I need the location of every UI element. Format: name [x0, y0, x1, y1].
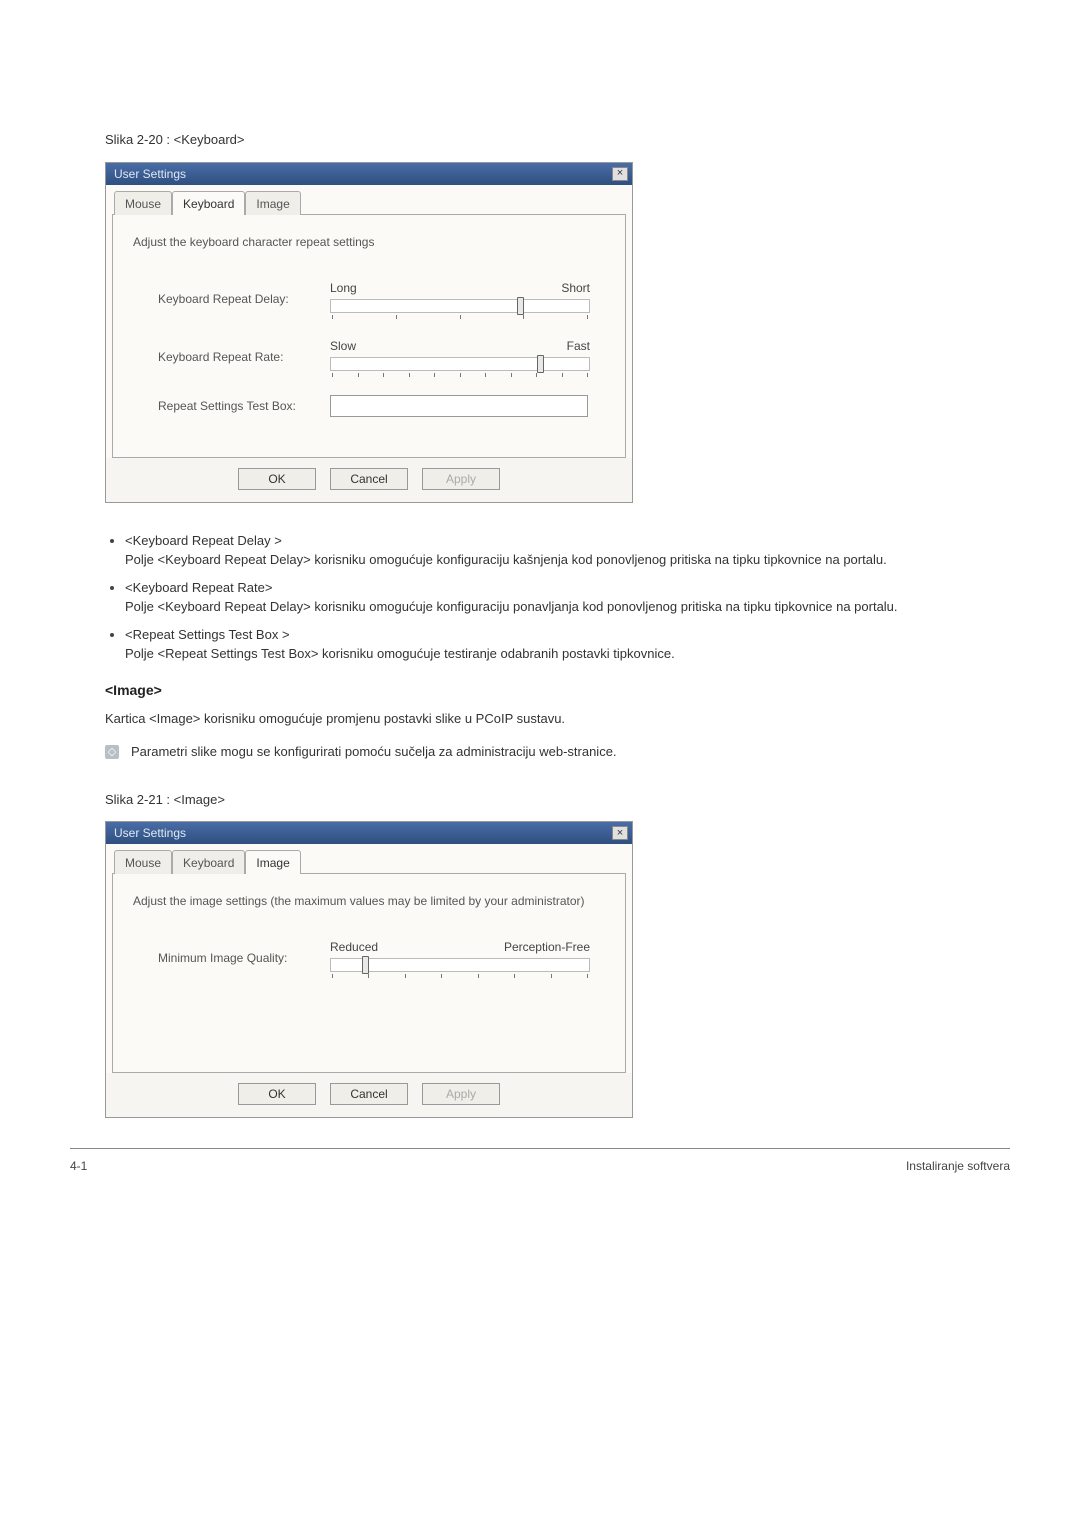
bullet-list: <Keyboard Repeat Delay > Polje <Keyboard… [125, 531, 1010, 664]
repeat-test-input[interactable] [330, 395, 588, 417]
ok-button[interactable]: OK [238, 468, 316, 490]
dialog2-description: Adjust the image settings (the maximum v… [133, 892, 605, 910]
dialog-keyboard: User Settings × Mouse Keyboard Image Adj… [105, 162, 633, 503]
ok-button[interactable]: OK [238, 1083, 316, 1105]
item-title: <Repeat Settings Test Box > [125, 625, 1010, 645]
quality-right-label: Perception-Free [504, 938, 590, 956]
repeat-delay-label: Keyboard Repeat Delay: [158, 290, 320, 308]
repeat-rate-label: Keyboard Repeat Rate: [158, 348, 320, 366]
repeat-rate-slider[interactable] [330, 357, 590, 371]
rate-left-label: Slow [330, 337, 356, 355]
item-title: <Keyboard Repeat Rate> [125, 578, 1010, 598]
dialog2-title: User Settings [114, 824, 186, 842]
tab-mouse[interactable]: Mouse [114, 850, 172, 874]
tab-image[interactable]: Image [245, 191, 300, 215]
cancel-button[interactable]: Cancel [330, 468, 408, 490]
apply-button[interactable]: Apply [422, 468, 500, 490]
delay-left-label: Long [330, 279, 357, 297]
section-heading: <Image> [105, 680, 1010, 701]
tab-image[interactable]: Image [245, 850, 300, 874]
dialog2-titlebar: User Settings × [106, 822, 632, 844]
dialog1-titlebar: User Settings × [106, 163, 632, 185]
test-box-label: Repeat Settings Test Box: [158, 397, 320, 415]
dialog1-description: Adjust the keyboard character repeat set… [133, 233, 605, 251]
note-icon: ◇ [105, 745, 119, 759]
note-line: ◇ Parametri slike mogu se konfigurirati … [105, 742, 1010, 762]
apply-button[interactable]: Apply [422, 1083, 500, 1105]
page-footer: 4-1 Instaliranje softvera [70, 1148, 1010, 1175]
dialog1-title: User Settings [114, 165, 186, 183]
quality-left-label: Reduced [330, 938, 378, 956]
list-item: <Repeat Settings Test Box > Polje <Repea… [125, 625, 1010, 664]
close-icon[interactable]: × [612, 167, 628, 181]
dialog-image: User Settings × Mouse Keyboard Image Adj… [105, 821, 633, 1118]
list-item: <Keyboard Repeat Rate> Polje <Keyboard R… [125, 578, 1010, 617]
dialog1-tabs: Mouse Keyboard Image [112, 191, 626, 215]
item-text: Polje <Keyboard Repeat Delay> korisniku … [125, 552, 887, 567]
section-text: Kartica <Image> korisniku omogućuje prom… [105, 709, 1010, 729]
note-text: Parametri slike mogu se konfigurirati po… [131, 742, 617, 762]
item-title: <Keyboard Repeat Delay > [125, 531, 1010, 551]
footer-left: 4-1 [70, 1157, 87, 1175]
rate-right-label: Fast [567, 337, 590, 355]
delay-right-label: Short [561, 279, 590, 297]
figure1-caption: Slika 2-20 : <Keyboard> [105, 130, 1010, 150]
tab-keyboard[interactable]: Keyboard [172, 191, 245, 215]
dialog2-tabs: Mouse Keyboard Image [112, 850, 626, 874]
item-text: Polje <Repeat Settings Test Box> korisni… [125, 646, 675, 661]
tab-mouse[interactable]: Mouse [114, 191, 172, 215]
close-icon[interactable]: × [612, 826, 628, 840]
list-item: <Keyboard Repeat Delay > Polje <Keyboard… [125, 531, 1010, 570]
repeat-delay-slider[interactable] [330, 299, 590, 313]
item-text: Polje <Keyboard Repeat Delay> korisniku … [125, 599, 898, 614]
image-quality-slider[interactable] [330, 958, 590, 972]
figure2-caption: Slika 2-21 : <Image> [105, 790, 1010, 810]
min-image-quality-label: Minimum Image Quality: [158, 949, 320, 967]
cancel-button[interactable]: Cancel [330, 1083, 408, 1105]
tab-keyboard[interactable]: Keyboard [172, 850, 245, 874]
footer-right: Instaliranje softvera [906, 1157, 1010, 1175]
